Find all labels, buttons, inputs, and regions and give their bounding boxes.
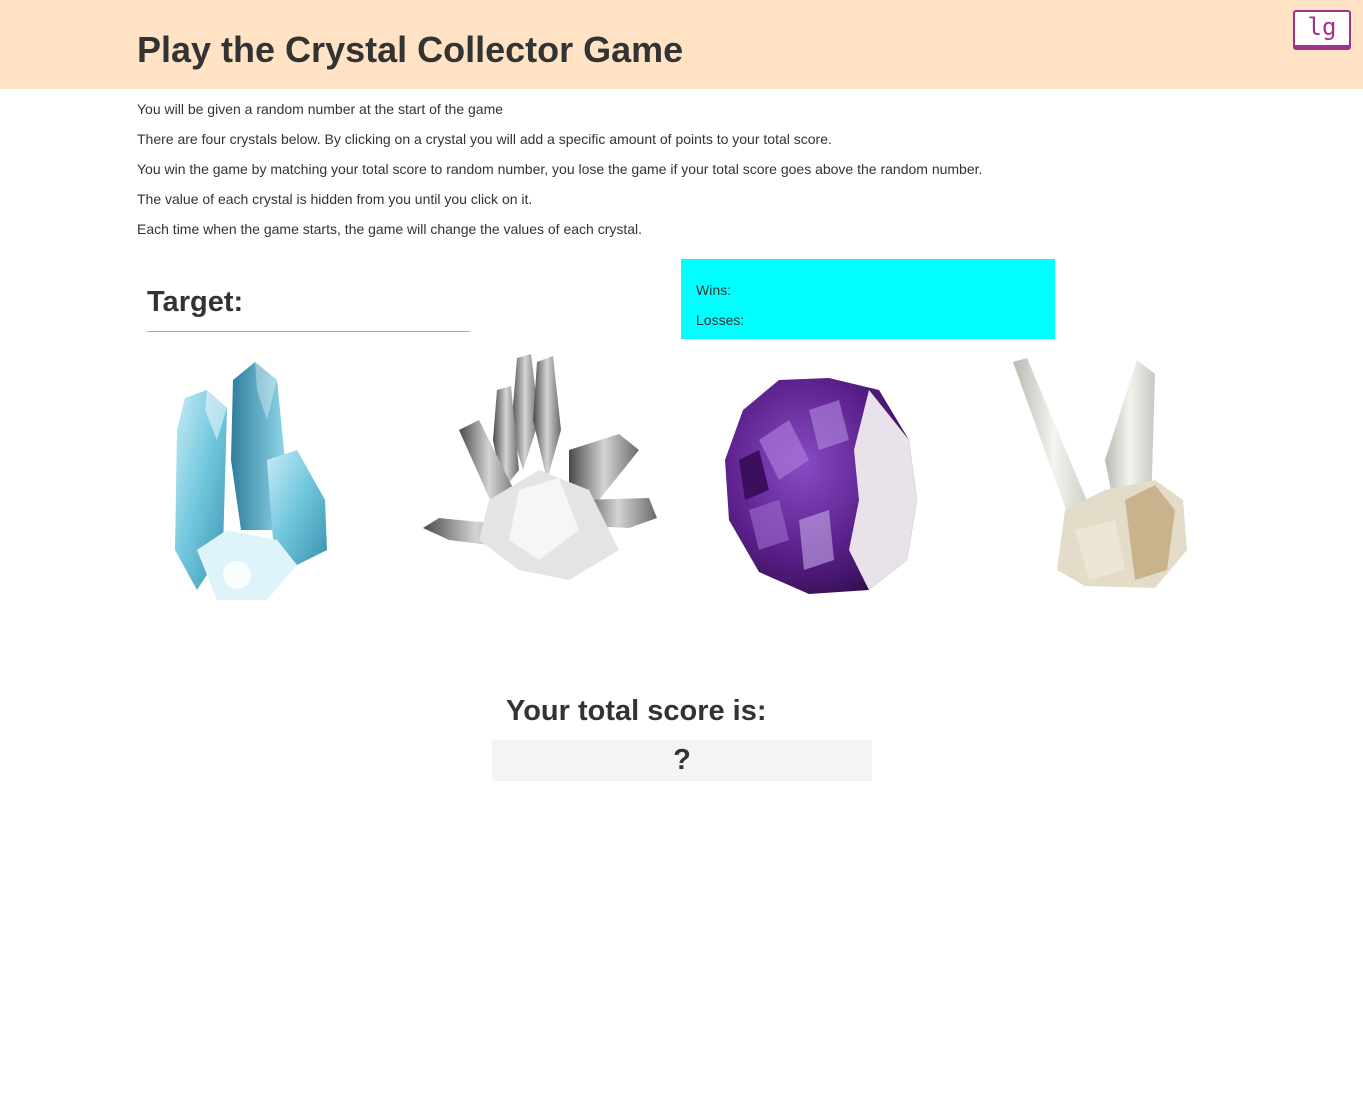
clear-crystal-icon bbox=[423, 354, 657, 580]
lg-badge-button[interactable]: lg bbox=[1293, 10, 1351, 50]
target-heading: Target: bbox=[147, 286, 470, 324]
crystal-white-button[interactable] bbox=[1005, 350, 1275, 610]
crystal-clear-button[interactable] bbox=[419, 350, 689, 610]
blue-crystal-icon bbox=[175, 362, 327, 600]
target-panel: Target: bbox=[147, 286, 470, 332]
score-panel: Your total score is: ? bbox=[492, 695, 872, 781]
instruction-line: The value of each crystal is hidden from… bbox=[137, 191, 533, 207]
crystal-blue-button[interactable] bbox=[157, 350, 427, 610]
instruction-line: You win the game by matching your total … bbox=[137, 161, 983, 177]
stats-panel: Wins: Losses: bbox=[681, 259, 1055, 339]
score-heading: Your total score is: bbox=[506, 695, 767, 727]
quartz-crystal-icon bbox=[1013, 358, 1187, 588]
crystal-row bbox=[137, 350, 1227, 610]
target-label: Target: bbox=[147, 286, 244, 318]
instruction-line: Each time when the game starts, the game… bbox=[137, 221, 643, 237]
target-divider bbox=[147, 331, 470, 332]
instruction-line: There are four crystals below. By clicki… bbox=[137, 131, 832, 147]
losses-label: Losses: bbox=[696, 312, 745, 328]
instructions: You will be given a random number at the… bbox=[137, 100, 1137, 250]
wins-row: Wins: bbox=[696, 281, 1040, 311]
crystal-purple-button[interactable] bbox=[719, 350, 989, 610]
instruction-line: You will be given a random number at the… bbox=[137, 101, 504, 117]
page-header: Play the Crystal Collector Game lg bbox=[0, 0, 1363, 89]
page-title: Play the Crystal Collector Game bbox=[137, 29, 684, 70]
amethyst-crystal-icon bbox=[725, 378, 917, 594]
wins-label: Wins: bbox=[696, 282, 731, 298]
score-value: ? bbox=[492, 740, 872, 781]
losses-row: Losses: bbox=[696, 311, 1040, 341]
